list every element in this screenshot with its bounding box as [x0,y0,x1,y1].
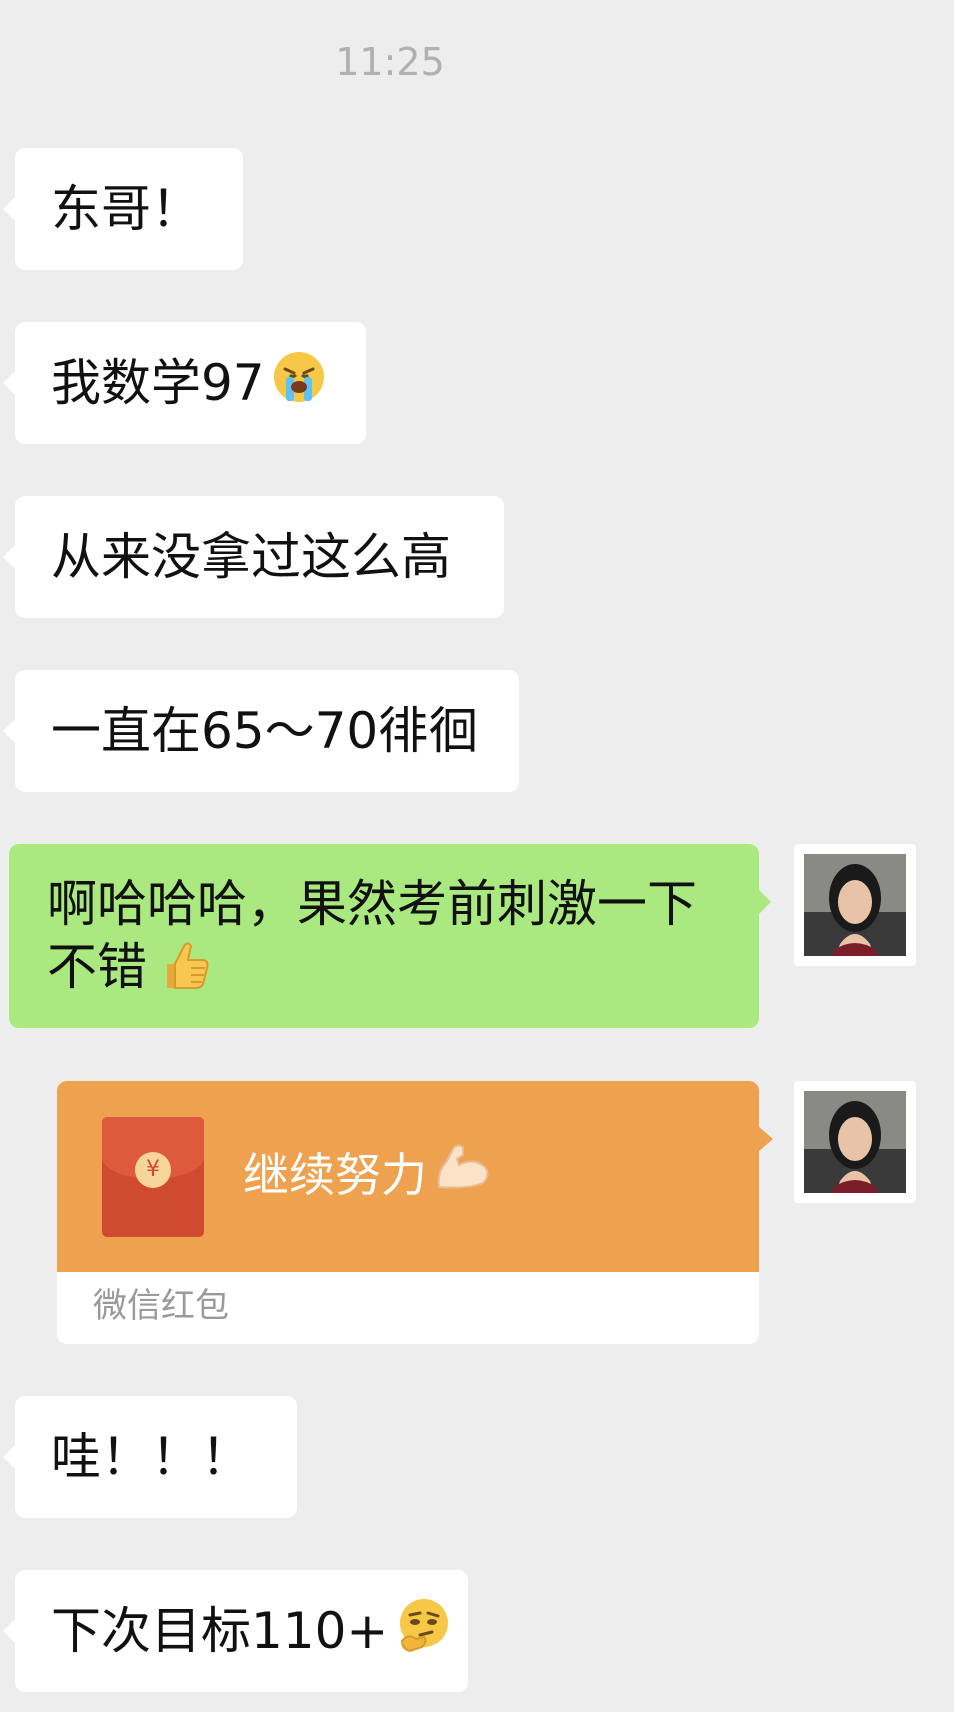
user-avatar[interactable] [794,1081,916,1203]
flexed-biceps-icon [433,1141,493,1208]
message-text: 下次目标110+ [51,1602,389,1660]
user-avatar[interactable] [794,844,916,966]
message-bubble-incoming[interactable]: 东哥！ [3,148,243,270]
red-envelope-icon: ¥ [102,1117,204,1237]
thumbs-up-icon [153,934,213,1007]
message-text: 从来没拿过这么高 [51,528,451,586]
smirking-face-icon [394,1595,454,1668]
message-text: 一直在65～70徘徊 [51,702,479,760]
message-bubble-incoming[interactable]: 一直在65～70徘徊 [3,670,519,792]
red-packet-label: 微信红包 [93,1286,229,1326]
message-bubble-incoming[interactable]: 从来没拿过这么高 [3,496,504,618]
message-text: 啊哈哈哈，果然考前刺激一下不错 [47,875,697,996]
loudly-crying-face-icon [271,349,327,418]
message-text: 哇！！！ [51,1428,251,1486]
message-text: 我数学97 [51,354,265,412]
message-timestamp: 11:25 [335,40,445,84]
message-bubble-outgoing[interactable]: 啊哈哈哈，果然考前刺激一下不错 [9,844,771,1028]
message-text: 东哥！ [51,180,201,238]
red-packet-title: 继续努力 [243,1141,493,1208]
red-packet-card[interactable]: ¥ 继续努力 微信红包 [57,1081,759,1344]
message-bubble-incoming[interactable]: 我数学97 [3,322,366,444]
red-packet-header: ¥ 继续努力 [57,1081,759,1272]
red-packet-arrow [759,1127,773,1151]
message-bubble-incoming[interactable]: 下次目标110+ [3,1570,468,1692]
message-bubble-incoming[interactable]: 哇！！！ [3,1396,297,1518]
